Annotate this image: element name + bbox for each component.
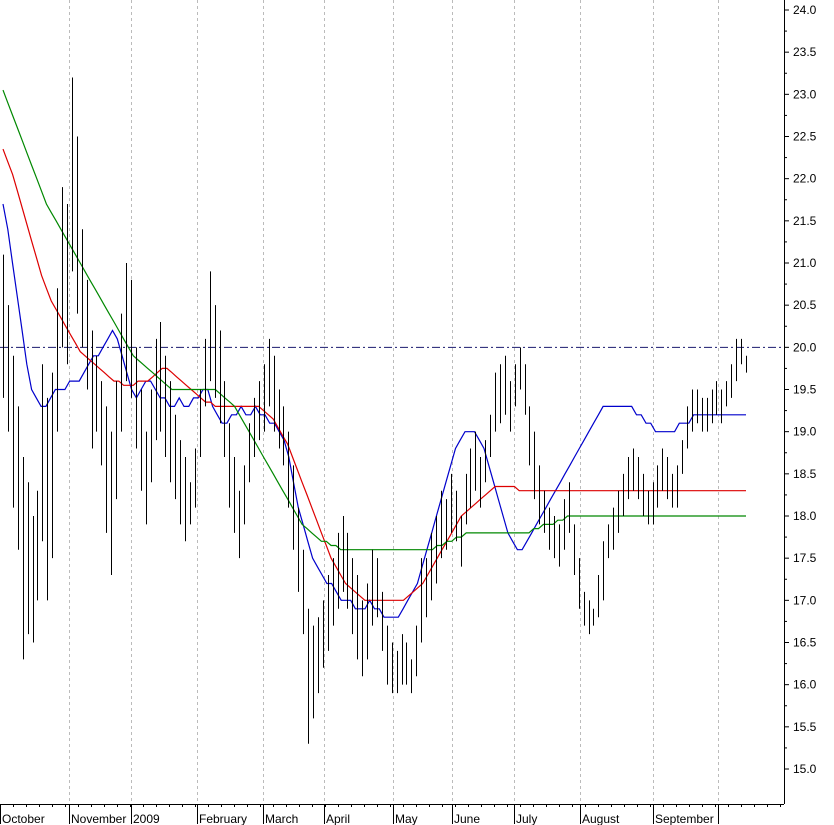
y-tick-label: 21.0 [793,256,817,270]
y-tick-label: 18.0 [793,509,817,523]
x-tick-label: 2009 [133,812,160,825]
price-chart: 24.0 23.5 23.0 22.5 22.0 21.5 21.0 20.5 20.0 19.5… [0,0,834,825]
x-tick-label: May [395,812,418,825]
y-tick-label: 22.5 [793,130,817,144]
y-tick-label: 20.0 [793,340,817,354]
x-tick-label: March [265,812,298,825]
y-tick-label: 17.5 [793,551,817,565]
x-tick-label: February [199,812,247,825]
y-tick-label: 19.5 [793,383,817,397]
x-tick-label: September [655,812,714,825]
x-tick-label: November [71,812,126,825]
y-tick-label: 15.5 [793,720,817,734]
y-tick-label: 16.0 [793,678,817,692]
y-tick-label: 20.5 [793,298,817,312]
x-tick-label: October [2,812,45,825]
y-tick-label: 19.0 [793,425,817,439]
y-tick-label: 23.5 [793,45,817,59]
y-tick-label: 22.0 [793,172,817,186]
y-tick-label: 21.5 [793,214,817,228]
y-axis-panel [784,0,834,825]
y-tick-label: 17.0 [793,593,817,607]
x-tick-label: July [516,812,537,825]
y-tick-label: 15.0 [793,762,817,776]
x-tick-label: April [326,812,350,825]
x-tick-label: June [454,812,480,825]
y-tick-label: 24.0 [793,3,817,17]
y-tick-label: 16.5 [793,636,817,650]
y-tick-label: 18.5 [793,467,817,481]
y-axis: 24.0 23.5 23.0 22.5 22.0 21.5 21.0 20.5 20.0 19.5… [784,0,834,825]
x-tick-label: August [582,812,620,825]
x-axis: October November 2009 February March April May… [0,804,834,825]
y-tick-label: 23.0 [793,87,817,101]
